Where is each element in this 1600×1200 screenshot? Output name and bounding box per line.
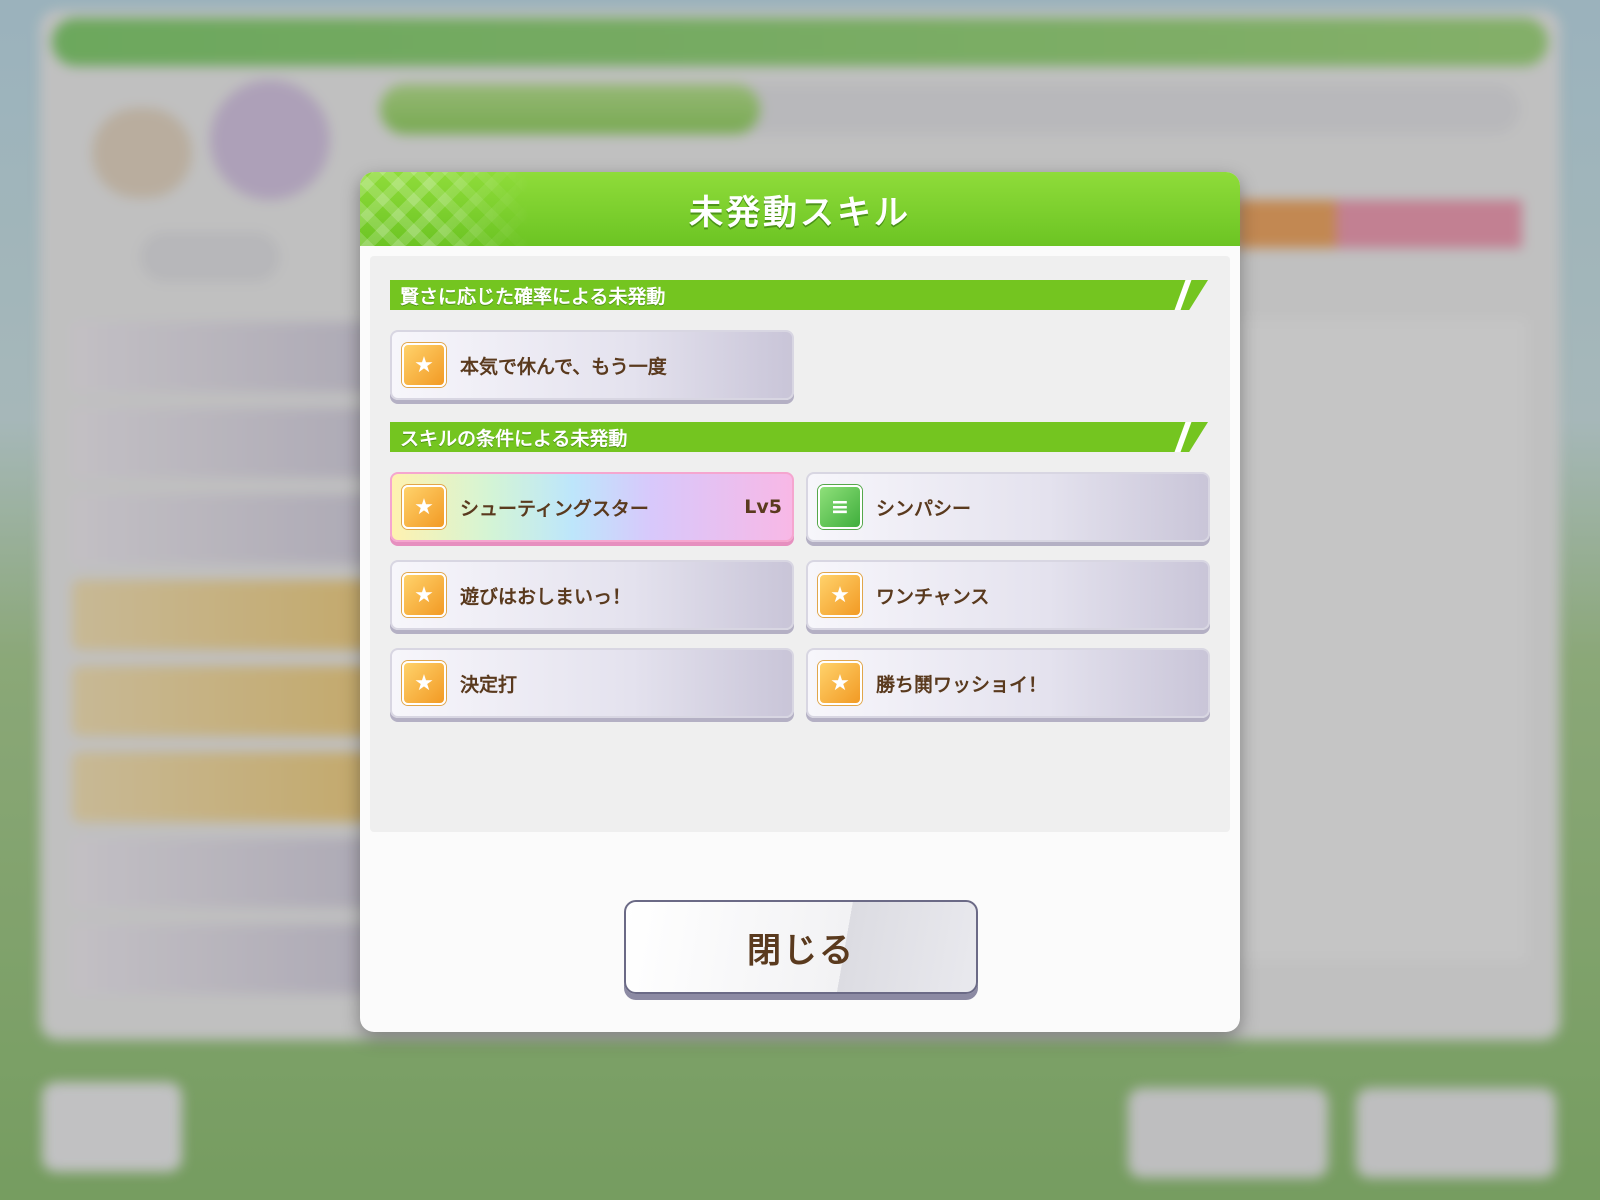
- divider: [1174, 422, 1192, 452]
- skill-name: シューティングスター: [460, 497, 649, 520]
- section-label: 賢さに応じた確率による未発動: [400, 285, 666, 308]
- close-button[interactable]: 閉じる: [624, 900, 978, 994]
- skill-name: ワンチャンス: [876, 585, 990, 608]
- skill-item[interactable]: ★ シューティングスター Lv5: [390, 472, 794, 542]
- skill-item[interactable]: ★ 遊びはおしまいっ！: [390, 560, 794, 630]
- skill-name: 遊びはおしまいっ！: [460, 585, 632, 608]
- running-figure-icon: ★: [402, 573, 446, 617]
- skill-name: 決定打: [460, 673, 518, 696]
- running-figure-icon: ★: [402, 485, 446, 529]
- unactivated-skills-dialog: 未発動スキル 賢さに応じた確率による未発動 ★ 本気で休んで、もう一度 スキルの…: [360, 172, 1240, 1032]
- section-header: スキルの条件による未発動: [390, 422, 1208, 452]
- running-figure-icon: ★: [818, 573, 862, 617]
- section-label: スキルの条件による未発動: [400, 427, 628, 450]
- running-figure-icon: ★: [402, 343, 446, 387]
- dialog-title: 未発動スキル: [689, 192, 911, 233]
- section-header: 賢さに応じた確率による未発動: [390, 280, 1208, 310]
- skill-item[interactable]: ★ 本気で休んで、もう一度: [390, 330, 794, 400]
- running-figure-icon: ★: [818, 661, 862, 705]
- running-figure-icon: ★: [402, 661, 446, 705]
- document-icon: ≡: [818, 485, 862, 529]
- skill-item[interactable]: ★ ワンチャンス: [806, 560, 1210, 630]
- skill-level: Lv5: [744, 496, 782, 518]
- skill-name: シンパシー: [876, 497, 972, 520]
- skill-name: 勝ち鬨ワッショイ！: [876, 673, 1048, 696]
- skill-item[interactable]: ★ 決定打: [390, 648, 794, 718]
- skill-item[interactable]: ★ 勝ち鬨ワッショイ！: [806, 648, 1210, 718]
- dialog-header: 未発動スキル: [360, 172, 1240, 246]
- skill-item[interactable]: ≡ シンパシー: [806, 472, 1210, 542]
- skill-name: 本気で休んで、もう一度: [460, 355, 667, 378]
- divider: [1174, 280, 1192, 310]
- close-button-label: 閉じる: [747, 930, 855, 971]
